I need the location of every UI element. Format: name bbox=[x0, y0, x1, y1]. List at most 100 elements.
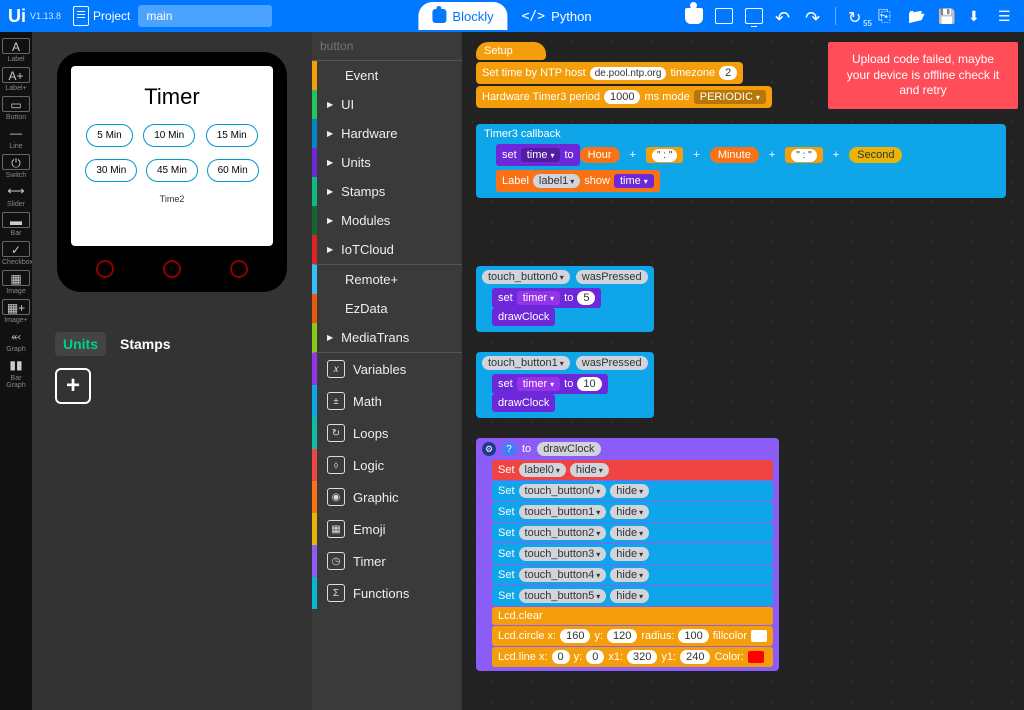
palette-image-plus[interactable]: ▦+Image+ bbox=[2, 299, 30, 324]
block-set-hide[interactable]: Setlabel0hide bbox=[492, 460, 773, 480]
tab-blockly[interactable]: Blockly bbox=[418, 2, 507, 30]
block-touchbutton0[interactable]: touch_button0 wasPressed set timer to 5 … bbox=[476, 266, 654, 332]
tab-units[interactable]: Units bbox=[55, 332, 106, 356]
search-input[interactable] bbox=[320, 39, 462, 53]
palette-label[interactable]: ALabel bbox=[2, 38, 30, 63]
refresh-icon[interactable]: 55 bbox=[848, 8, 866, 24]
cat-stamps[interactable]: ▶Stamps bbox=[312, 177, 462, 206]
cat-mediatrans[interactable]: ▶MediaTrans bbox=[312, 323, 462, 353]
cat-hardware[interactable]: ▶Hardware bbox=[312, 119, 462, 148]
cat-remote[interactable]: Remote+ bbox=[312, 264, 462, 294]
screen-title: Timer bbox=[81, 84, 263, 110]
literal-colon[interactable]: " : " bbox=[785, 147, 822, 163]
cat-ui[interactable]: ▶UI bbox=[312, 90, 462, 119]
cat-emoji[interactable]: ▦Emoji bbox=[312, 513, 462, 545]
cat-event[interactable]: Event bbox=[312, 61, 462, 90]
block-touchbutton1[interactable]: touch_button1 wasPressed set timer to 10… bbox=[476, 352, 654, 418]
cat-timer[interactable]: ◷Timer bbox=[312, 545, 462, 577]
math-icon: ± bbox=[327, 392, 345, 410]
hw-button[interactable] bbox=[163, 260, 181, 278]
block-set-timer[interactable]: set timer to 10 bbox=[492, 374, 608, 394]
palette-graph[interactable]: ⬻Graph bbox=[2, 328, 30, 353]
keyboard-icon[interactable] bbox=[715, 8, 733, 24]
chip-minute[interactable]: Minute bbox=[710, 147, 759, 163]
puzzle-icon bbox=[432, 9, 446, 23]
block-set-hide[interactable]: Settouch_button0hide bbox=[492, 481, 773, 501]
cat-graphic[interactable]: ◉Graphic bbox=[312, 481, 462, 513]
hwtimer-mode[interactable]: PERIODIC bbox=[694, 90, 766, 104]
add-unit-button[interactable]: + bbox=[55, 368, 91, 404]
tab-stamps[interactable]: Stamps bbox=[120, 332, 171, 356]
redo-icon[interactable] bbox=[805, 8, 823, 24]
cat-iotcloud[interactable]: ▶IoTCloud bbox=[312, 235, 462, 264]
blockly-workspace[interactable]: Upload code failed, maybe your device is… bbox=[462, 32, 1024, 710]
cat-units[interactable]: ▶Units bbox=[312, 148, 462, 177]
screen-button[interactable]: 15 Min bbox=[206, 124, 258, 147]
cat-logic[interactable]: ⬨Logic bbox=[312, 449, 462, 481]
block-set-hide[interactable]: Settouch_button5hide bbox=[492, 586, 773, 606]
block-set-time[interactable]: set time to bbox=[496, 144, 580, 166]
hwtimer-period[interactable]: 1000 bbox=[604, 90, 640, 104]
gear-icon[interactable]: ⚙ bbox=[482, 442, 496, 456]
save-icon[interactable] bbox=[938, 8, 956, 24]
screen-button[interactable]: 45 Min bbox=[146, 159, 198, 182]
block-lcd-clear[interactable]: Lcd.clear bbox=[492, 607, 773, 625]
cat-functions[interactable]: ΣFunctions bbox=[312, 577, 462, 609]
cat-math[interactable]: ±Math bbox=[312, 385, 462, 417]
ntp-tz-field[interactable]: 2 bbox=[719, 66, 737, 80]
block-call-drawclock[interactable]: drawClock bbox=[492, 394, 555, 412]
device-screen[interactable]: Timer 5 Min 10 Min 15 Min 30 Min 45 Min … bbox=[71, 66, 273, 246]
hardware-buttons bbox=[71, 260, 273, 278]
screen-button[interactable]: 60 Min bbox=[207, 159, 259, 182]
hw-button[interactable] bbox=[96, 260, 114, 278]
block-setup[interactable]: Setup bbox=[476, 42, 546, 60]
project-icon[interactable] bbox=[73, 6, 89, 26]
loops-icon: ↻ bbox=[327, 424, 345, 442]
screen-button[interactable]: 10 Min bbox=[143, 124, 195, 147]
block-set-hide[interactable]: Settouch_button3hide bbox=[492, 544, 773, 564]
cat-ezdata[interactable]: EzData bbox=[312, 294, 462, 323]
palette-bar[interactable]: ▬Bar bbox=[2, 212, 30, 237]
block-lcd-circle[interactable]: Lcd.circle x: 160 y: 120 radius: 100 fil… bbox=[492, 626, 773, 646]
user-icon[interactable] bbox=[685, 8, 703, 24]
undo-icon[interactable] bbox=[775, 8, 793, 24]
palette-checkbox[interactable]: ✓Checkbox bbox=[2, 241, 30, 266]
literal-colon[interactable]: " : " bbox=[646, 147, 683, 163]
palette-switch[interactable]: ⏻Switch bbox=[2, 154, 30, 179]
screen-button[interactable]: 30 Min bbox=[85, 159, 137, 182]
screen-button[interactable]: 5 Min bbox=[86, 124, 132, 147]
chip-second[interactable]: Second bbox=[849, 147, 902, 163]
help-icon[interactable]: ? bbox=[502, 442, 516, 456]
block-set-timer[interactable]: set timer to 5 bbox=[492, 288, 601, 308]
palette-label-plus[interactable]: A+Label+ bbox=[2, 67, 30, 92]
block-set-hide[interactable]: Settouch_button1hide bbox=[492, 502, 773, 522]
block-func-drawclock[interactable]: ⚙ ? to drawClock Setlabel0hideSettouch_b… bbox=[476, 438, 779, 671]
palette-line[interactable]: —Line bbox=[2, 125, 30, 150]
palette-slider[interactable]: ⟷Slider bbox=[2, 183, 30, 208]
project-name-field[interactable]: main bbox=[138, 5, 272, 27]
block-label-show[interactable]: Label label1 show time bbox=[496, 170, 660, 192]
block-lcd-line[interactable]: Lcd.line x: 0 y: 0 x1: 320 y1: 240 Color… bbox=[492, 647, 773, 667]
new-file-icon[interactable] bbox=[878, 8, 896, 24]
block-ntp[interactable]: Set time by NTP host de.pool.ntp.org tim… bbox=[476, 62, 743, 84]
tab-python[interactable]: Python bbox=[508, 2, 606, 30]
open-file-icon[interactable] bbox=[908, 8, 926, 24]
download-icon[interactable] bbox=[968, 8, 986, 24]
block-timer3-callback[interactable]: Timer3 callback set time to Hour + " : "… bbox=[476, 124, 1006, 198]
block-hwtimer[interactable]: Hardware Timer3 period 1000 ms mode PERI… bbox=[476, 86, 772, 108]
monitor-icon[interactable] bbox=[745, 8, 763, 24]
cat-modules[interactable]: ▶Modules bbox=[312, 206, 462, 235]
menu-icon[interactable] bbox=[998, 8, 1016, 24]
screen-time2: Time2 bbox=[81, 194, 263, 204]
cat-variables[interactable]: 𝑥Variables bbox=[312, 353, 462, 385]
block-call-drawclock[interactable]: drawClock bbox=[492, 308, 555, 326]
ntp-host-field[interactable]: de.pool.ntp.org bbox=[590, 67, 667, 80]
palette-bar-graph[interactable]: ▮▮Bar Graph bbox=[2, 357, 30, 389]
cat-loops[interactable]: ↻Loops bbox=[312, 417, 462, 449]
hw-button[interactable] bbox=[230, 260, 248, 278]
palette-button[interactable]: ▭Button bbox=[2, 96, 30, 121]
block-set-hide[interactable]: Settouch_button4hide bbox=[492, 565, 773, 585]
chip-hour[interactable]: Hour bbox=[580, 147, 620, 163]
palette-image[interactable]: ▦Image bbox=[2, 270, 30, 295]
block-set-hide[interactable]: Settouch_button2hide bbox=[492, 523, 773, 543]
